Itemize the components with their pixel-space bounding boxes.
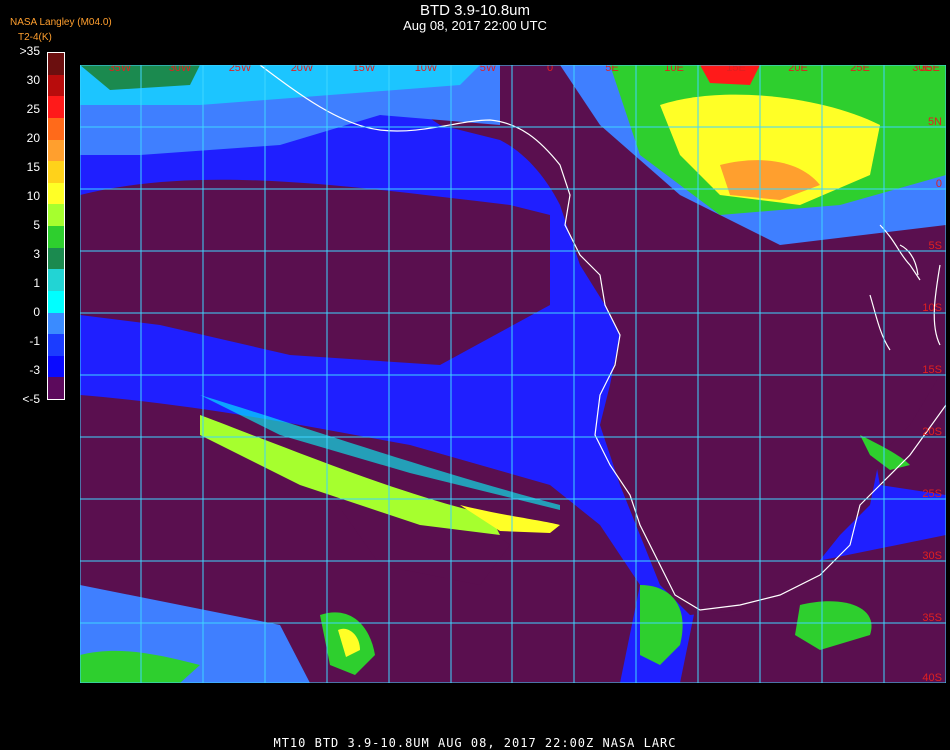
product-title: BTD 3.9-10.8um xyxy=(419,2,531,19)
longitude-label: 30W xyxy=(169,65,192,74)
longitude-label: 10E xyxy=(664,65,684,74)
longitude-label: 0 xyxy=(547,65,553,74)
colorbar-swatch xyxy=(48,269,64,291)
satellite-map: 35W 30W 25W 20W 15W 10W 5W 0 5E 10E 15E 20E 25E 30E35… xyxy=(80,65,946,683)
colorbar-label: >35 xyxy=(19,44,40,58)
colorbar-swatch xyxy=(48,53,64,75)
colorbar-label: 25 xyxy=(26,102,40,116)
colorbar-label: 0 xyxy=(33,305,40,319)
longitude-label: 25E xyxy=(850,65,870,74)
colorbar-swatch xyxy=(48,290,64,313)
longitude-label: 5W xyxy=(480,65,497,74)
colorbar-swatch xyxy=(48,117,64,140)
latitude-label: 0 xyxy=(936,178,942,190)
footer-caption: MT10 BTD 3.9-10.8UM AUG 08, 2017 22:00Z … xyxy=(273,736,677,750)
unit-label: T2-4(K) xyxy=(18,32,52,43)
longitude-label: 15W xyxy=(353,65,376,74)
colorbar-label: 1 xyxy=(33,276,40,290)
colorbar-label: -1 xyxy=(29,334,40,348)
colorbar-label: -3 xyxy=(29,363,40,377)
longitude-label: 15E xyxy=(726,65,746,74)
longitude-label: 35E xyxy=(920,65,940,74)
colorbar-swatch xyxy=(48,204,64,226)
longitude-label: 5E xyxy=(605,65,618,74)
colorbar-swatch xyxy=(48,161,64,183)
latitude-label: 20S xyxy=(922,426,942,438)
colorbar-label: 10 xyxy=(26,189,40,203)
latitude-label: 25S xyxy=(922,488,942,500)
colorbar-swatch xyxy=(48,355,64,378)
colorbar xyxy=(47,52,65,400)
latitude-label: 40S xyxy=(922,672,942,683)
colorbar-label: 20 xyxy=(26,131,40,145)
colorbar-swatch xyxy=(48,377,64,399)
longitude-label: 25W xyxy=(229,65,252,74)
colorbar-label: 5 xyxy=(33,218,40,232)
latitude-label: 30S xyxy=(922,550,942,562)
latitude-label: 15S xyxy=(922,364,942,376)
colorbar-swatch xyxy=(48,182,64,205)
longitude-label: 10W xyxy=(415,65,438,74)
colorbar-label: 30 xyxy=(26,73,40,87)
latitude-label: 5S xyxy=(929,240,942,252)
longitude-label: 35W xyxy=(109,65,132,74)
colorbar-swatch xyxy=(48,312,64,335)
colorbar-swatch xyxy=(48,139,64,162)
latitude-label: 10S xyxy=(922,302,942,314)
colorbar-label: <-5 xyxy=(22,392,40,406)
colorbar-swatch xyxy=(48,96,64,118)
latitude-label: 5N xyxy=(928,116,942,128)
org-label: NASA Langley (M04.0) xyxy=(10,17,112,28)
colorbar-label: 15 xyxy=(26,160,40,174)
colorbar-swatch xyxy=(48,334,64,356)
longitude-label: 20E xyxy=(788,65,808,74)
colorbar-label: 3 xyxy=(33,247,40,261)
longitude-label: 20W xyxy=(291,65,314,74)
colorbar-swatch xyxy=(48,247,64,270)
timestamp: Aug 08, 2017 22:00 UTC xyxy=(403,18,547,33)
latitude-label: 35S xyxy=(922,612,942,624)
colorbar-swatch xyxy=(48,226,64,248)
colorbar-swatch xyxy=(48,74,64,97)
